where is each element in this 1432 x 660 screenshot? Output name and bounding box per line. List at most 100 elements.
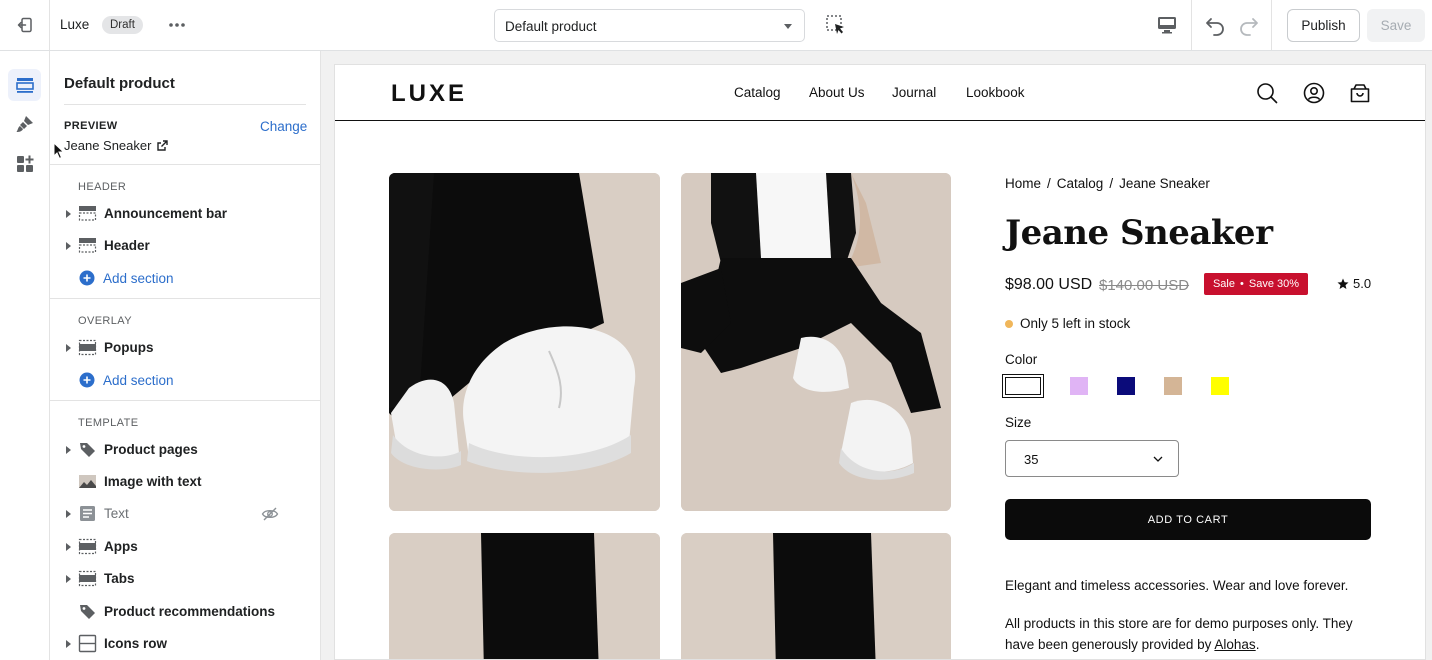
redo-button[interactable]: [1235, 12, 1261, 38]
inspector-toggle-button[interactable]: [824, 13, 848, 37]
divider: [50, 164, 320, 165]
storefront-preview[interactable]: LUXE Catalog About Us Journal Lookbook H…: [334, 64, 1426, 660]
expand-caret-icon[interactable]: [66, 575, 71, 583]
breadcrumb-current: Jeane Sneaker: [1119, 176, 1210, 191]
expand-caret-icon[interactable]: [66, 242, 71, 250]
section-item-text[interactable]: Text: [62, 501, 312, 527]
add-section-button-overlay[interactable]: Add section: [79, 369, 174, 391]
search-icon[interactable]: [1255, 81, 1279, 105]
add-section-label: Add section: [103, 372, 174, 388]
divider: [50, 400, 320, 401]
publish-button[interactable]: Publish: [1287, 9, 1360, 42]
group-label-header: HEADER: [78, 181, 127, 193]
section-item-header[interactable]: Header: [62, 233, 312, 259]
color-swatch-white[interactable]: [1002, 374, 1044, 398]
device-preview-button[interactable]: [1155, 13, 1179, 37]
section-icon: [78, 238, 97, 253]
more-actions-button[interactable]: [163, 12, 191, 38]
template-select-value: Default product: [505, 19, 597, 34]
paint-brush-icon: [16, 116, 33, 132]
nav-link-about-us[interactable]: About Us: [809, 85, 865, 100]
product-price: $98.00 USD: [1005, 276, 1093, 293]
expand-caret-icon[interactable]: [66, 510, 71, 518]
icon-rail: [0, 51, 50, 660]
store-header: LUXE Catalog About Us Journal Lookbook: [335, 65, 1425, 121]
color-swatch-navy[interactable]: [1117, 377, 1135, 395]
expand-caret-icon[interactable]: [66, 640, 71, 648]
store-name: Luxe: [60, 17, 90, 32]
divider: [64, 104, 306, 105]
group-label-template: TEMPLATE: [78, 417, 139, 429]
color-swatch-yellow[interactable]: [1211, 377, 1229, 395]
add-section-button-header[interactable]: Add section: [79, 267, 174, 289]
compare-at-price: $140.00 USD: [1099, 277, 1190, 294]
nav-link-lookbook[interactable]: Lookbook: [966, 85, 1025, 100]
section-item-apps[interactable]: Apps: [62, 534, 312, 560]
ellipsis-icon: [169, 23, 185, 27]
nav-link-catalog[interactable]: Catalog: [734, 85, 781, 100]
template-select[interactable]: Default product: [494, 9, 805, 42]
section-item-image-with-text[interactable]: Image with text: [62, 469, 312, 495]
color-swatch-lilac[interactable]: [1070, 377, 1088, 395]
preview-product-link[interactable]: Jeane Sneaker: [64, 138, 169, 153]
section-item-announcement-bar[interactable]: Announcement bar: [62, 201, 312, 227]
section-item-label: Popups: [104, 340, 154, 355]
section-item-tabs[interactable]: Tabs: [62, 566, 312, 592]
expand-caret-icon[interactable]: [66, 543, 71, 551]
cart-icon[interactable]: [1348, 81, 1372, 105]
undo-button[interactable]: [1203, 12, 1229, 38]
stock-dot-icon: [1005, 319, 1013, 328]
expand-caret-icon[interactable]: [66, 446, 71, 454]
star-icon: [1337, 278, 1349, 289]
chevron-down-icon: [1153, 456, 1163, 462]
section-item-icons-row[interactable]: Icons row: [62, 631, 312, 657]
section-item-product-pages[interactable]: Product pages: [62, 437, 312, 463]
sale-badge-dot: •: [1240, 278, 1244, 290]
section-item-label: Apps: [104, 539, 138, 554]
save-button[interactable]: Save: [1367, 9, 1425, 42]
product-image-1[interactable]: [389, 173, 660, 511]
alohas-link[interactable]: Alohas: [1214, 637, 1255, 652]
section-item-product-recommendations[interactable]: Product recommendations: [62, 599, 312, 625]
expand-caret-icon[interactable]: [66, 344, 71, 352]
sections-tab[interactable]: [8, 69, 41, 101]
divider: [1271, 0, 1272, 50]
theme-settings-tab[interactable]: [8, 108, 41, 140]
theme-editor: Luxe Draft Default product Publish Save …: [0, 0, 1432, 660]
app-embeds-tab[interactable]: [8, 148, 41, 180]
breadcrumb: Home / Catalog / Jeane Sneaker: [1005, 176, 1210, 191]
redo-icon: [1240, 18, 1258, 36]
stock-indicator: Only 5 left in stock: [1005, 316, 1130, 331]
breadcrumb-home[interactable]: Home: [1005, 176, 1041, 191]
divider: [50, 298, 320, 299]
eye-hidden-icon[interactable]: [261, 505, 279, 523]
change-preview-link[interactable]: Change: [260, 119, 307, 134]
text-block-icon: [80, 506, 95, 521]
sale-badge-label: Sale: [1212, 278, 1235, 290]
exit-icon: [17, 17, 32, 33]
color-label: Color: [1005, 352, 1038, 367]
status-badge: Draft: [102, 16, 143, 34]
preview-product-name: Jeane Sneaker: [64, 138, 152, 153]
description-text: All products in this store are for demo …: [1005, 616, 1353, 652]
add-to-cart-button[interactable]: ADD TO CART: [1005, 499, 1371, 540]
section-item-popups[interactable]: Popups: [62, 335, 312, 361]
exit-editor-button[interactable]: [0, 0, 50, 50]
rating-value: 5.0: [1353, 276, 1372, 291]
color-swatch-tan[interactable]: [1164, 377, 1182, 395]
account-icon[interactable]: [1302, 81, 1326, 105]
store-logo[interactable]: LUXE: [391, 80, 467, 108]
product-image-2[interactable]: [681, 173, 951, 511]
nav-link-journal[interactable]: Journal: [892, 85, 936, 100]
expand-caret-icon[interactable]: [66, 210, 71, 218]
size-select[interactable]: 35: [1005, 440, 1179, 477]
breadcrumb-catalog[interactable]: Catalog: [1057, 176, 1104, 191]
desktop-icon: [1158, 17, 1176, 34]
product-image-3[interactable]: [389, 533, 660, 659]
product-title: Jeane Sneaker: [1005, 213, 1273, 253]
sections-icon: [15, 78, 34, 93]
sale-badge: Sale • Save 30%: [1204, 273, 1308, 295]
breadcrumb-separator: /: [1047, 176, 1051, 191]
product-image-4[interactable]: [681, 533, 951, 659]
add-section-label: Add section: [103, 270, 174, 286]
